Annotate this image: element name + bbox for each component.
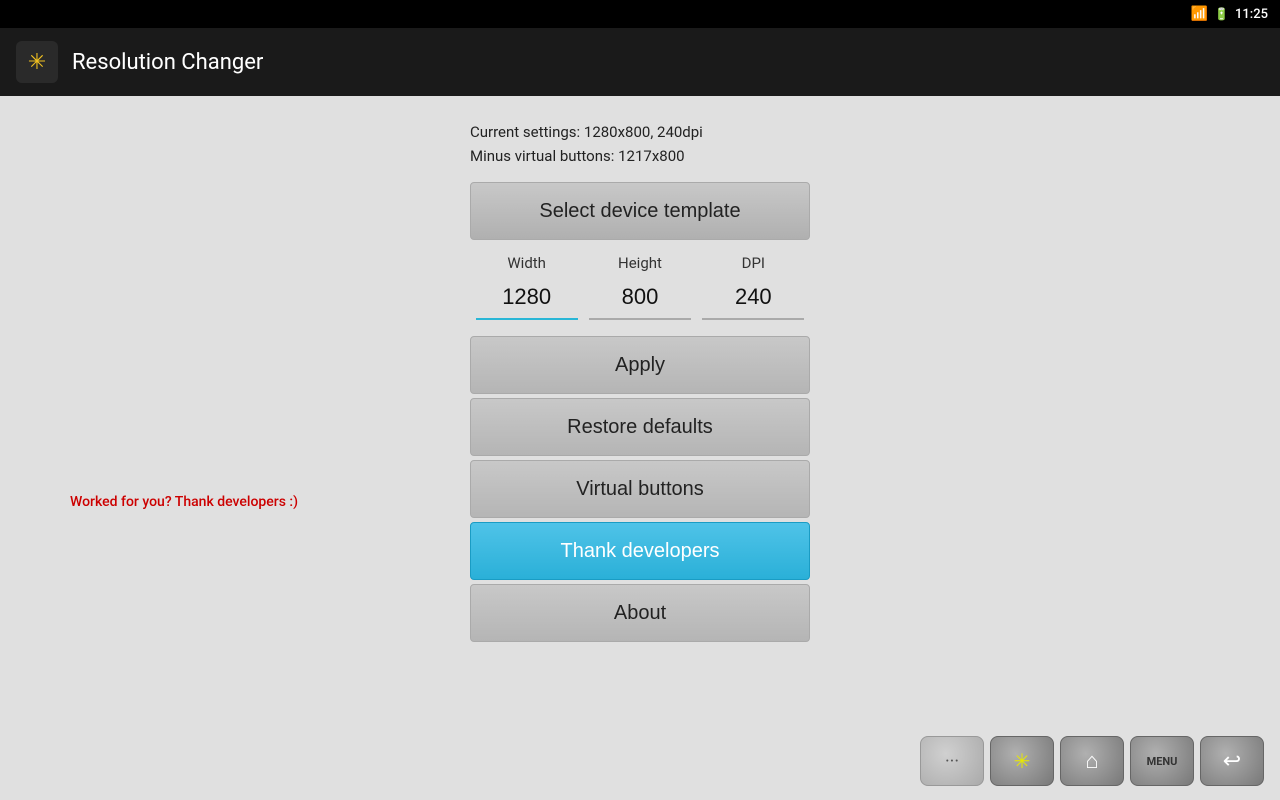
main-content: Worked for you? Thank developers :) Curr… [0,96,1280,800]
buttons-section: Apply Restore defaults Virtual buttons T… [470,336,810,642]
info-text: Current settings: 1280x800, 240dpi Minus… [470,120,810,168]
dpi-col: DPI [697,254,810,320]
center-panel: Current settings: 1280x800, 240dpi Minus… [470,120,810,642]
apply-button[interactable]: Apply [470,336,810,394]
battery-icon: 🔋 [1214,7,1229,21]
wifi-icon: 📶 [1191,6,1208,22]
virtual-buttons-button[interactable]: Virtual buttons [470,460,810,518]
input-row: Width Height DPI [470,254,810,320]
virtual-buttons-text: Minus virtual buttons: 1217x800 [470,144,810,168]
restore-defaults-button[interactable]: Restore defaults [470,398,810,456]
back-button[interactable]: ↩ [1200,736,1264,786]
recent-apps-icon: ··· [945,751,959,772]
width-label: Width [507,254,546,272]
crosshair-button[interactable]: ✳ [990,736,1054,786]
height-label: Height [618,254,662,272]
app-bar: ✳ Resolution Changer [0,28,1280,96]
back-icon: ↩ [1223,749,1241,774]
menu-button[interactable]: MENU [1130,736,1194,786]
select-device-template-button[interactable]: Select device template [470,182,810,240]
dpi-label: DPI [742,254,765,272]
width-col: Width [470,254,583,320]
about-button[interactable]: About [470,584,810,642]
thank-side-label: Worked for you? Thank developers :) [70,494,298,510]
thank-developers-button[interactable]: Thank developers [470,522,810,580]
dpi-input[interactable] [702,276,804,320]
height-input[interactable] [589,276,691,320]
height-col: Height [583,254,696,320]
home-button[interactable]: ⌂ [1060,736,1124,786]
menu-icon: MENU [1147,755,1178,768]
status-icons: 📶 🔋 11:25 [1191,6,1268,22]
current-settings-text: Current settings: 1280x800, 240dpi [470,120,810,144]
home-icon: ⌂ [1085,748,1098,774]
app-title: Resolution Changer [72,50,263,75]
app-logo-icon: ✳ [28,50,46,75]
status-bar: 📶 🔋 11:25 [0,0,1280,28]
app-icon: ✳ [16,41,58,83]
recent-apps-button[interactable]: ··· [920,736,984,786]
status-time: 11:25 [1235,7,1268,22]
width-input[interactable] [476,276,578,320]
nav-bar: ··· ✳ ⌂ MENU ↩ [920,736,1264,786]
crosshair-icon: ✳ [1014,749,1031,773]
